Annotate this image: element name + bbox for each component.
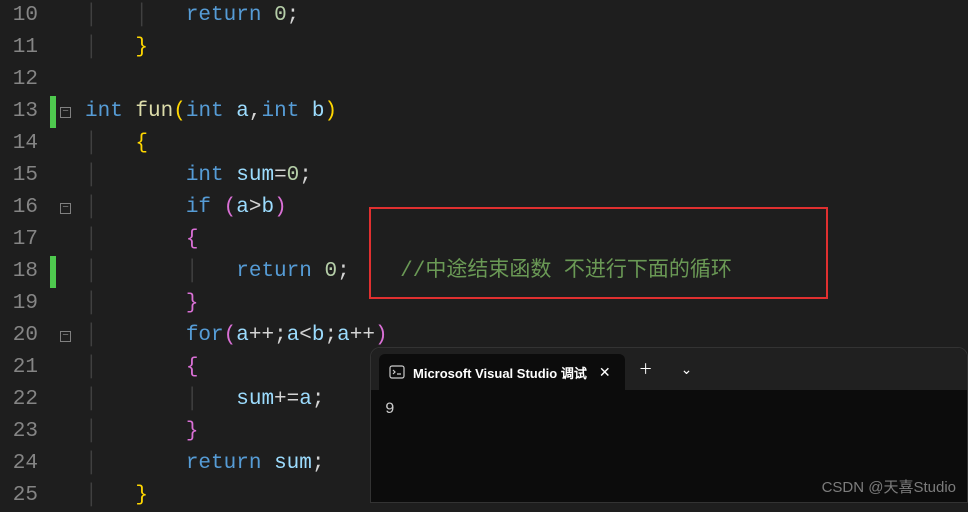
terminal-tab[interactable]: Microsoft Visual Studio 调试 ✕: [379, 354, 625, 390]
code-line[interactable]: │ }: [85, 288, 968, 320]
line-number: 13: [0, 96, 38, 128]
close-icon[interactable]: ✕: [595, 362, 615, 383]
code-line[interactable]: │ int sum=0;: [85, 160, 968, 192]
code-line[interactable]: │ │ return 0;: [85, 0, 968, 32]
watermark: CSDN @天喜Studio: [822, 476, 956, 497]
line-number: 11: [0, 32, 38, 64]
line-number: 14: [0, 128, 38, 160]
line-number: 24: [0, 448, 38, 480]
line-number-gutter: 10 11 12 13 14 15 16 17 18 19 20 21 22 2…: [0, 0, 50, 503]
code-line[interactable]: │ {: [85, 128, 968, 160]
change-marker: [50, 96, 56, 128]
fold-margin: − − −: [50, 0, 85, 503]
line-number: 12: [0, 64, 38, 96]
terminal-icon: [389, 364, 405, 380]
line-number: 22: [0, 384, 38, 416]
line-number: 17: [0, 224, 38, 256]
line-number: 21: [0, 352, 38, 384]
line-number: 16: [0, 192, 38, 224]
code-line[interactable]: int fun(int a,int b): [85, 96, 968, 128]
line-number: 19: [0, 288, 38, 320]
code-line[interactable]: │ if (a>b): [85, 192, 968, 224]
fold-toggle[interactable]: −: [60, 331, 71, 342]
terminal-tab-title: Microsoft Visual Studio 调试: [413, 363, 587, 382]
line-number: 10: [0, 0, 38, 32]
terminal-output[interactable]: 9: [371, 390, 967, 428]
new-tab-button[interactable]: ＋: [625, 351, 667, 387]
code-line[interactable]: │ {: [85, 224, 968, 256]
line-number: 23: [0, 416, 38, 448]
terminal-titlebar[interactable]: Microsoft Visual Studio 调试 ✕ ＋ ⌄: [371, 348, 967, 390]
code-line[interactable]: │ │ return 0; //中途结束函数 不进行下面的循环: [85, 256, 968, 288]
code-line[interactable]: [85, 64, 968, 96]
line-number: 15: [0, 160, 38, 192]
code-line[interactable]: │ }: [85, 32, 968, 64]
line-number: 20: [0, 320, 38, 352]
line-number: 18: [0, 256, 38, 288]
change-marker: [50, 256, 56, 288]
line-number: 25: [0, 480, 38, 512]
fold-toggle[interactable]: −: [60, 107, 71, 118]
fold-toggle[interactable]: −: [60, 203, 71, 214]
terminal-line: 9: [385, 400, 953, 418]
dropdown-icon[interactable]: ⌄: [667, 353, 707, 386]
